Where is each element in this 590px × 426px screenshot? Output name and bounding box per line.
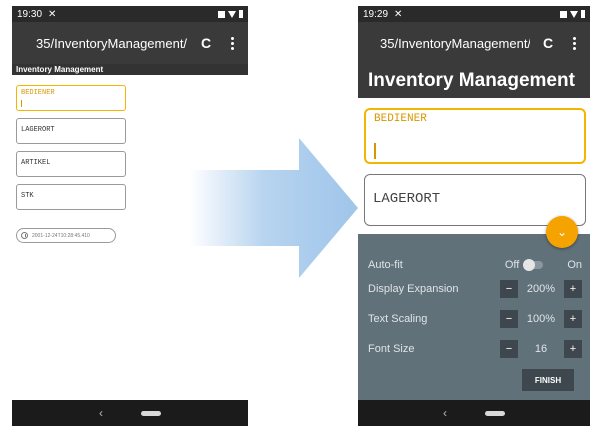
notification-icon <box>218 10 225 18</box>
chevron-down-icon[interactable]: ⌄ <box>546 216 578 248</box>
display-expansion-label: Display Expansion <box>368 283 459 295</box>
display-expansion-stepper: − 200% + <box>500 280 582 298</box>
more-vert-icon[interactable] <box>224 35 240 51</box>
app-bar: 35/InventoryManagement/ C <box>12 22 248 64</box>
autofit-off-label: Off <box>504 259 520 271</box>
nav-bar: ‹ <box>358 400 590 426</box>
tools-icon: ✕ <box>48 8 57 20</box>
text-scaling-value: 100% <box>526 313 556 325</box>
status-bar: 19:29 ✕ <box>358 6 590 22</box>
text-scaling-label: Text Scaling <box>368 313 428 325</box>
home-icon[interactable] <box>485 410 505 416</box>
bediener-label: BEDIENER <box>374 113 427 125</box>
timestamp-chip[interactable]: 2001-12-24T10:28:45.410 <box>16 228 116 243</box>
phone-right: 19:29 ✕ 35/InventoryManagement/ C Invent… <box>358 6 590 426</box>
refresh-icon[interactable]: C <box>198 35 214 51</box>
text-scaling-row: Text Scaling − 100% + <box>368 310 582 328</box>
bediener-field[interactable]: BEDIENER <box>364 108 586 164</box>
text-cursor <box>21 100 22 107</box>
url-title: 35/InventoryManagement/ <box>380 35 530 51</box>
text-cursor <box>374 143 376 159</box>
autofit-row: Auto-fit Off On <box>368 256 582 274</box>
autofit-on-label: On <box>567 259 582 271</box>
app-bar: 35/InventoryManagement/ C <box>358 22 590 64</box>
refresh-icon[interactable]: C <box>540 35 556 51</box>
bediener-field[interactable]: BEDIENER <box>16 85 126 111</box>
status-icons <box>218 10 243 18</box>
text-scaling-stepper: − 100% + <box>500 310 582 328</box>
minus-icon[interactable]: − <box>500 340 518 358</box>
artikel-field[interactable]: ARTIKEL <box>16 151 126 177</box>
notification-icon <box>560 10 567 18</box>
wifi-icon <box>570 10 578 18</box>
plus-icon[interactable]: + <box>564 340 582 358</box>
back-icon[interactable]: ‹ <box>443 406 447 420</box>
plus-icon[interactable]: + <box>564 280 582 298</box>
font-size-label: Font Size <box>368 343 415 355</box>
autofit-label: Auto-fit <box>368 259 403 271</box>
timestamp-text: 2001-12-24T10:28:45.410 <box>32 232 90 239</box>
more-vert-icon[interactable] <box>566 35 582 51</box>
page-title: Inventory Management <box>12 64 248 75</box>
battery-icon <box>581 10 585 18</box>
autofit-switch[interactable] <box>523 259 544 271</box>
finish-button[interactable]: FINISH <box>522 369 574 391</box>
status-time: 19:29 <box>363 8 389 20</box>
battery-icon <box>239 10 243 18</box>
font-size-value: 16 <box>534 343 548 355</box>
status-icons <box>560 10 585 18</box>
back-icon[interactable]: ‹ <box>99 406 103 420</box>
bediener-label: BEDIENER <box>21 89 55 97</box>
display-expansion-row: Display Expansion − 200% + <box>368 280 582 298</box>
lagerort-field[interactable]: LAGERORT <box>16 118 126 144</box>
page-title: Inventory Management <box>358 64 590 98</box>
status-bar: 19:30 ✕ <box>12 6 248 22</box>
transition-arrow-icon <box>189 138 358 278</box>
home-icon[interactable] <box>141 410 161 416</box>
stk-field[interactable]: STK <box>16 184 126 210</box>
settings-panel: Auto-fit Off On Display Expansion − 200%… <box>358 234 590 400</box>
font-size-stepper: − 16 + <box>500 340 582 358</box>
minus-icon[interactable]: − <box>500 280 518 298</box>
clock-icon <box>21 232 28 239</box>
status-time: 19:30 <box>17 8 43 20</box>
tools-icon: ✕ <box>394 8 403 20</box>
display-expansion-value: 200% <box>526 283 556 295</box>
url-title: 35/InventoryManagement/ <box>36 35 188 51</box>
nav-bar: ‹ <box>12 400 248 426</box>
minus-icon[interactable]: − <box>500 310 518 328</box>
wifi-icon <box>228 10 236 18</box>
plus-icon[interactable]: + <box>564 310 582 328</box>
autofit-toggle[interactable]: Off On <box>505 259 582 271</box>
font-size-row: Font Size − 16 + <box>368 340 582 358</box>
